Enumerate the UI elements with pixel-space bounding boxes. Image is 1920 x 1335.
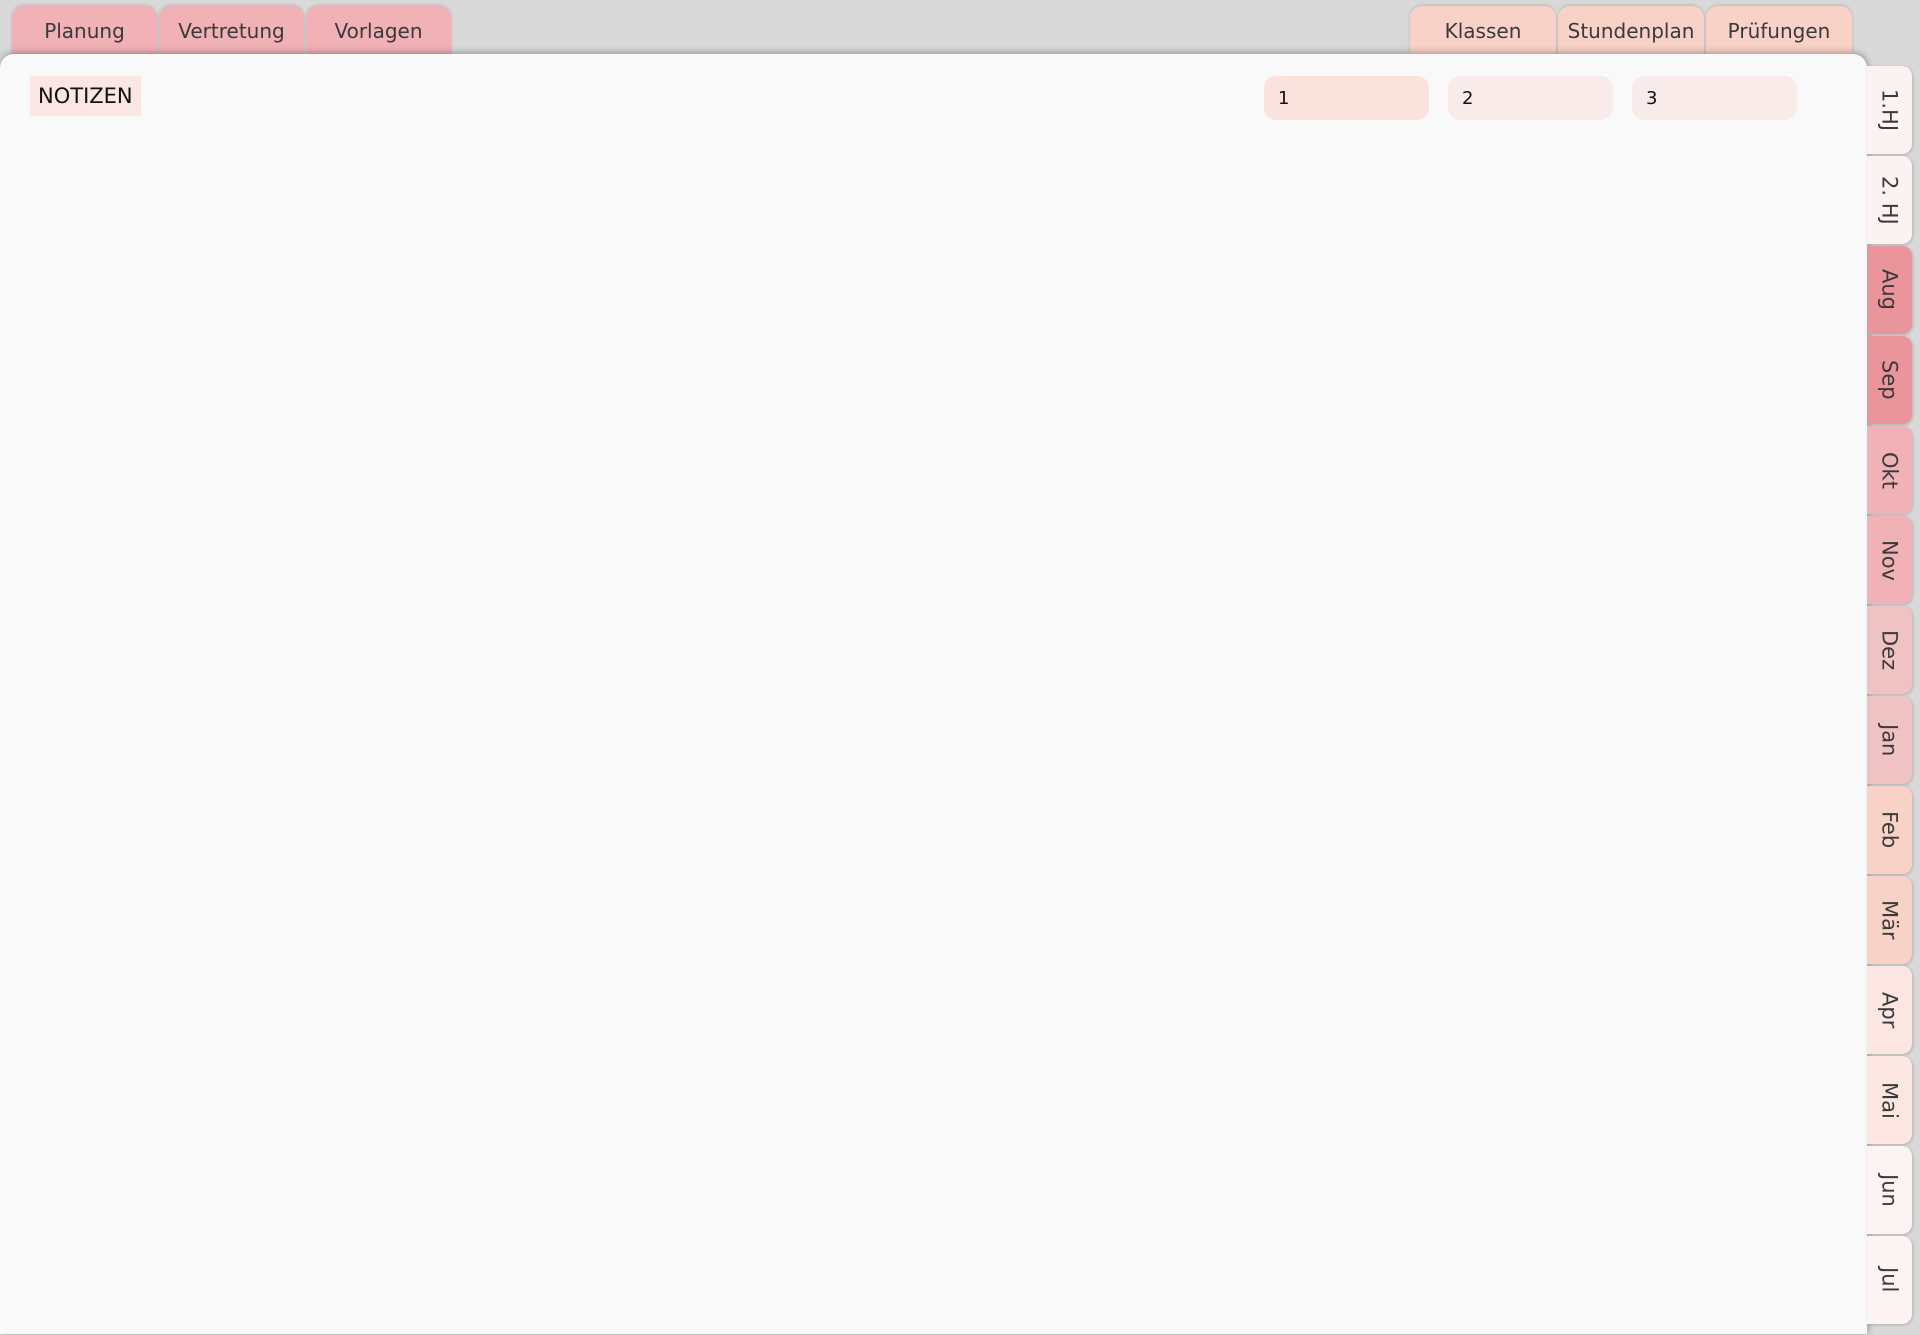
side-tab-label: Apr [1877, 991, 1902, 1029]
tab-pruefungen[interactable]: Prüfungen [1706, 6, 1852, 56]
side-tab-label: Okt [1877, 451, 1902, 489]
side-tab-dez[interactable]: Dez [1867, 606, 1912, 694]
side-tab-aug[interactable]: Aug [1867, 246, 1912, 334]
side-tab-label: Mai [1877, 1081, 1902, 1119]
side-tab-maer[interactable]: Mär [1867, 876, 1912, 964]
side-tab-2-hj[interactable]: 2. HJ [1867, 156, 1912, 244]
side-tab-label: Sep [1877, 360, 1902, 400]
side-tab-nov[interactable]: Nov [1867, 516, 1912, 604]
side-tabs: 1.HJ 2. HJ Aug Sep Okt Nov Dez Jan Feb M… [1867, 66, 1912, 1326]
tab-klassen[interactable]: Klassen [1410, 6, 1556, 56]
notes-page-tab-1[interactable]: 1 [1264, 76, 1429, 120]
tab-vertretung[interactable]: Vertretung [159, 6, 304, 56]
side-tab-jun[interactable]: Jun [1867, 1146, 1912, 1234]
tab-stundenplan[interactable]: Stundenplan [1558, 6, 1704, 56]
notes-page-tab-3[interactable]: 3 [1632, 76, 1797, 120]
side-tab-jan[interactable]: Jan [1867, 696, 1912, 784]
side-tab-label: Mär [1877, 900, 1902, 940]
side-tab-label: Jan [1877, 723, 1902, 757]
side-tab-label: Jul [1877, 1267, 1902, 1293]
side-tab-okt[interactable]: Okt [1867, 426, 1912, 514]
side-tab-feb[interactable]: Feb [1867, 786, 1912, 874]
side-tab-sep[interactable]: Sep [1867, 336, 1912, 424]
notes-title: NOTIZEN [30, 76, 141, 116]
side-tab-label: 2. HJ [1877, 175, 1902, 225]
tab-planung[interactable]: Planung [12, 6, 157, 56]
side-tab-mai[interactable]: Mai [1867, 1056, 1912, 1144]
side-tab-label: Dez [1877, 629, 1902, 671]
side-tab-apr[interactable]: Apr [1867, 966, 1912, 1054]
side-tab-jul[interactable]: Jul [1867, 1236, 1912, 1324]
side-tab-label: Jun [1877, 1173, 1902, 1207]
top-tabs-right: Klassen Stundenplan Prüfungen [1410, 6, 1854, 56]
notes-page: NOTIZEN 1 2 3 [0, 54, 1867, 1334]
side-tab-label: Feb [1877, 811, 1902, 849]
side-tab-label: Nov [1877, 539, 1902, 581]
top-tabs-left: Planung Vertretung Vorlagen [12, 6, 453, 56]
side-tab-label: Aug [1877, 269, 1902, 311]
tab-vorlagen[interactable]: Vorlagen [306, 6, 451, 56]
side-tab-label: 1.HJ [1877, 88, 1902, 132]
side-tab-1-hj[interactable]: 1.HJ [1867, 66, 1912, 154]
notes-page-tab-2[interactable]: 2 [1448, 76, 1613, 120]
